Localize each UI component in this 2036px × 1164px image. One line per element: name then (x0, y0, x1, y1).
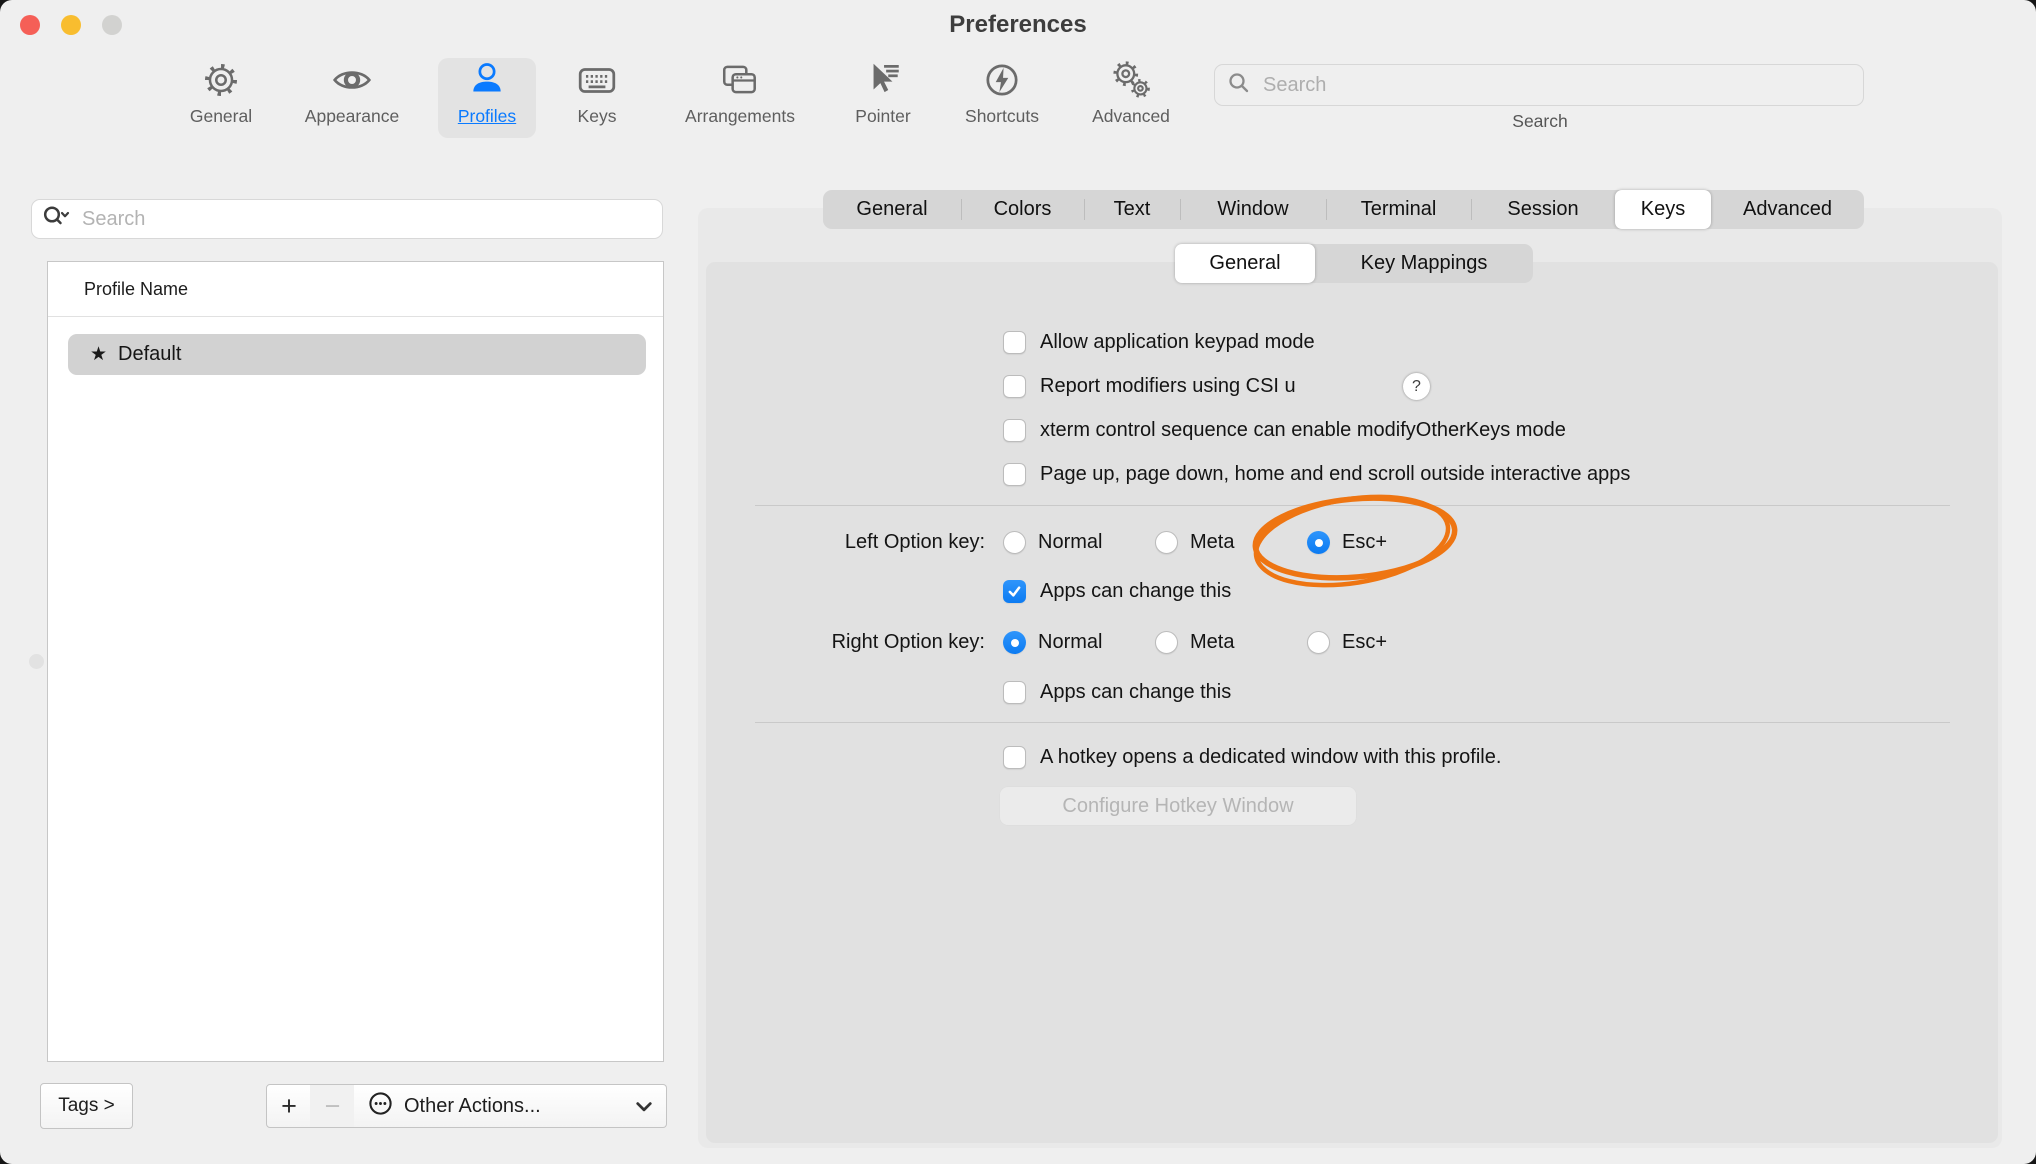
toolbar-label: Arrangements (685, 106, 795, 127)
toolbar-search-input[interactable] (1261, 73, 1851, 98)
toolbar-search-field[interactable] (1214, 64, 1864, 106)
profile-tab-bar: General Colors Text Window Terminal Sess… (823, 190, 1864, 229)
window-title: Preferences (0, 11, 2036, 39)
radio-left-option-normal[interactable] (1003, 531, 1026, 554)
keys-tab-content-panel (706, 262, 1998, 1143)
keys-subtab-bar: General Key Mappings (1175, 244, 1533, 283)
checkbox-label[interactable]: A hotkey opens a dedicated window with t… (1040, 746, 1501, 769)
other-actions-label: Other Actions... (404, 1095, 541, 1118)
toolbar-label: Pointer (855, 106, 910, 127)
toolbar-label: Appearance (305, 106, 399, 127)
checkbox-label[interactable]: Apps can change this (1040, 681, 1231, 704)
checkbox-csi-u[interactable] (1003, 375, 1026, 398)
gears-icon (1109, 56, 1153, 104)
toolbar-item-shortcuts[interactable]: Shortcuts (942, 56, 1062, 140)
tab-advanced[interactable]: Advanced (1711, 190, 1864, 229)
help-button[interactable]: ? (1403, 373, 1430, 400)
toolbar-label: General (190, 106, 252, 127)
checkbox-left-apps-can-change[interactable] (1003, 580, 1026, 603)
tab-keys[interactable]: Keys (1615, 190, 1711, 229)
divider (961, 199, 962, 220)
toolbar-item-appearance[interactable]: Appearance (292, 56, 412, 140)
person-icon (466, 56, 508, 104)
toolbar-item-arrangements[interactable]: Arrangements (680, 56, 800, 140)
ellipsis-circle-icon (368, 1091, 393, 1122)
toolbar-item-advanced[interactable]: Advanced (1071, 56, 1191, 140)
radio-label[interactable]: Normal (1038, 631, 1102, 654)
checkbox-scroll-outside-apps[interactable] (1003, 463, 1026, 486)
checkbox-modify-other-keys[interactable] (1003, 419, 1026, 442)
toolbar-label: Shortcuts (965, 106, 1039, 127)
toolbar-item-general[interactable]: General (161, 56, 281, 140)
profile-list-header: Profile Name (84, 279, 188, 300)
tab-session[interactable]: Session (1471, 190, 1615, 229)
checkbox-label[interactable]: Apps can change this (1040, 580, 1231, 603)
toolbar-item-profiles[interactable]: Profiles (427, 56, 547, 140)
profile-row-default[interactable]: ★ Default (68, 334, 646, 375)
radio-right-option-esc[interactable] (1307, 631, 1330, 654)
search-menu-icon[interactable] (42, 204, 72, 235)
divider (1471, 199, 1472, 220)
radio-label[interactable]: Meta (1190, 631, 1234, 654)
tab-text[interactable]: Text (1084, 190, 1180, 229)
divider (1326, 199, 1327, 220)
radio-label[interactable]: Esc+ (1342, 531, 1387, 554)
preferences-window: Preferences General Appearance (0, 0, 2036, 1164)
toolbar-label: Advanced (1092, 106, 1170, 127)
divider (1084, 199, 1085, 220)
other-actions-dropdown[interactable]: Other Actions... (354, 1084, 667, 1128)
radio-right-option-meta[interactable] (1155, 631, 1178, 654)
subtab-general[interactable]: General (1175, 244, 1315, 283)
search-icon (1227, 71, 1251, 100)
toolbar-search-caption: Search (1440, 111, 1640, 132)
gear-icon (200, 56, 242, 104)
add-profile-button[interactable]: + (266, 1084, 312, 1128)
profile-name: Default (118, 343, 181, 366)
remove-profile-button[interactable]: − (310, 1084, 356, 1128)
section-divider (755, 505, 1950, 506)
toolbar-item-keys[interactable]: Keys (537, 56, 657, 140)
keyboard-icon (575, 56, 619, 104)
tab-window[interactable]: Window (1180, 190, 1326, 229)
star-icon: ★ (90, 343, 107, 366)
radio-label[interactable]: Meta (1190, 531, 1234, 554)
divider (48, 316, 663, 317)
tab-colors[interactable]: Colors (961, 190, 1084, 229)
windows-icon (718, 56, 762, 104)
bolt-icon (981, 56, 1023, 104)
tab-terminal[interactable]: Terminal (1326, 190, 1471, 229)
radio-right-option-normal[interactable] (1003, 631, 1026, 654)
toolbar-label: Profiles (458, 106, 516, 127)
toolbar-label: Keys (578, 106, 617, 127)
tab-general[interactable]: General (823, 190, 961, 229)
eye-icon (330, 56, 374, 104)
configure-hotkey-window-button[interactable]: Configure Hotkey Window (999, 786, 1357, 826)
radio-left-option-meta[interactable] (1155, 531, 1178, 554)
checkbox-hotkey-window[interactable] (1003, 746, 1026, 769)
radio-label[interactable]: Esc+ (1342, 631, 1387, 654)
radio-label[interactable]: Normal (1038, 531, 1102, 554)
check-icon (1006, 583, 1023, 600)
tags-button[interactable]: Tags > (40, 1083, 133, 1129)
screen: Preferences General Appearance (0, 0, 2036, 1164)
checkbox-keypad-mode[interactable] (1003, 331, 1026, 354)
radio-left-option-esc[interactable] (1307, 531, 1330, 554)
right-option-key-label: Right Option key: (695, 631, 985, 654)
checkbox-label[interactable]: Page up, page down, home and end scroll … (1040, 463, 1630, 486)
cursor-icon (862, 56, 904, 104)
divider (1180, 199, 1181, 220)
chevron-down-icon (636, 1095, 652, 1118)
drag-handle-dot (29, 654, 44, 669)
checkbox-label[interactable]: Allow application keypad mode (1040, 331, 1315, 354)
profile-search-input[interactable] (80, 207, 652, 232)
checkbox-label[interactable]: Report modifiers using CSI u (1040, 375, 1296, 398)
subtab-key-mappings[interactable]: Key Mappings (1315, 244, 1533, 283)
profile-search-field[interactable] (31, 199, 663, 239)
checkbox-right-apps-can-change[interactable] (1003, 681, 1026, 704)
profile-list: Profile Name ★ Default (47, 261, 664, 1062)
toolbar-item-pointer[interactable]: Pointer (823, 56, 943, 140)
checkbox-label[interactable]: xterm control sequence can enable modify… (1040, 419, 1566, 442)
left-option-key-label: Left Option key: (695, 531, 985, 554)
section-divider (755, 722, 1950, 723)
